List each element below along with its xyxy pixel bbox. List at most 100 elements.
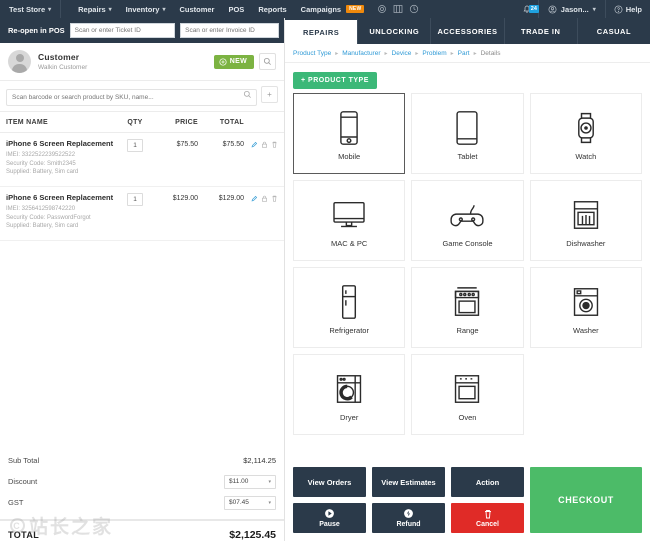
nav-right-group: 24 Jason... ▾ Help [516,0,650,18]
invoice-id-input[interactable] [180,23,279,38]
trash-icon[interactable] [271,195,278,202]
nav-item-pos[interactable]: POS [221,0,251,18]
chevron-down-icon: ▾ [162,6,166,13]
item-cell-actions [244,139,278,148]
items-table-header: ITEM NAME QTY PRICE TOTAL [0,112,284,133]
tab-trade-in[interactable]: TRADE IN [504,18,578,44]
product-card-dishwasher[interactable]: Dishwasher [529,180,642,261]
product-card-label: Game Console [442,238,493,248]
product-card-tablet[interactable]: Tablet [411,93,524,174]
item-cell-qty: 1 [118,193,152,207]
refund-button[interactable]: Refund [372,503,445,533]
ticket-id-input[interactable] [69,23,176,38]
product-card-dryer[interactable]: Dryer [293,354,406,435]
grid-icon[interactable] [393,4,403,14]
subtotal-row: Sub Total $2,114.25 [8,450,276,471]
pos-application: Test Store ▾ Repairs ▾ Inventory ▾ Custo… [0,0,650,541]
breadcrumb-item-part[interactable]: Part [458,50,470,57]
qty-input[interactable]: 1 [127,193,143,207]
column-actions [244,119,278,126]
checkout-button[interactable]: CHECKOUT [530,467,642,533]
nav-item-reports[interactable]: Reports [251,0,293,18]
product-card-game-console[interactable]: Game Console [411,180,524,261]
gamepad-icon [449,194,485,236]
tab-repairs[interactable]: REPAIRS [285,18,359,44]
nav-item-inventory[interactable]: Inventory ▾ [119,0,173,18]
product-search-wrapper [6,86,257,106]
nav-item-campaigns[interactable]: Campaigns NEW [294,0,372,18]
search-icon [263,57,271,65]
user-menu[interactable]: Jason... ▾ [537,0,606,18]
discount-label: Discount [8,477,38,486]
product-search-input[interactable] [6,89,257,106]
chevron-down-icon: ▾ [592,6,596,13]
avatar [8,50,31,73]
nav-label: Repairs [78,4,106,14]
tablet-icon [454,107,480,149]
gst-label: GST [8,498,24,507]
product-card-washer[interactable]: Washer [529,267,642,348]
lock-icon[interactable] [261,141,268,148]
customer-actions: NEW [213,53,276,70]
edit-icon[interactable] [251,141,258,148]
breadcrumb-item-product-type[interactable]: Product Type [293,50,331,57]
view-orders-button[interactable]: View Orders [293,467,366,497]
breadcrumb-item-problem[interactable]: Problem [422,50,446,57]
pause-button[interactable]: Pause [293,503,366,533]
tab-accessories[interactable]: ACCESSORIES [431,18,505,44]
breadcrumb-item-details[interactable]: Details [481,50,501,57]
category-tabs: REPAIRS UNLOCKING ACCESSORIES TRADE IN C… [285,18,650,44]
product-card-mobile[interactable]: Mobile [293,93,406,174]
refund-label: Refund [396,521,421,528]
add-product-button[interactable]: + [261,86,278,103]
nav-item-customer[interactable]: Customer [172,0,221,18]
gst-row: GST $07.45 ▾ [8,492,276,513]
table-row[interactable]: iPhone 6 Screen Replacement IMEI: 332252… [0,133,284,188]
item-security-code: Security Code: PasswordForgot [6,214,91,221]
gear-icon[interactable] [377,4,387,14]
cancel-button[interactable]: Cancel [451,503,524,533]
nav-label: POS [228,4,245,14]
table-row[interactable]: iPhone 6 Screen Replacement IMEI: 325641… [0,187,284,242]
mobile-icon [338,107,360,149]
breadcrumb-item-manufacturer[interactable]: Manufacturer [342,50,380,57]
user-icon [548,5,557,13]
power-icon[interactable] [409,4,419,14]
product-card-watch[interactable]: Watch [529,93,642,174]
new-customer-button[interactable]: NEW [213,54,254,69]
oven-icon [452,368,482,410]
discount-select[interactable]: $11.00 ▾ [224,474,276,489]
tab-casual[interactable]: CASUAL [577,18,650,44]
product-card-range[interactable]: Range [411,267,524,348]
product-card-refrigerator[interactable]: Refrigerator [293,267,406,348]
action-buttons-bar: View Orders View Estimates Action Pause [285,461,650,541]
product-card-label: Mobile [338,151,361,161]
breadcrumb-item-device[interactable]: Device [392,50,412,57]
customer-name: Walkin Customer [38,64,88,71]
add-product-type-button[interactable]: + PRODUCT TYPE [293,72,377,89]
edit-icon[interactable] [251,195,258,202]
store-name: Test Store [9,4,46,14]
reopen-label: Re-open in POS [8,26,65,35]
lock-icon[interactable] [261,195,268,202]
item-price: $75.50 [176,141,198,148]
nav-icon-group [377,4,419,14]
search-icon[interactable] [243,90,252,99]
trash-icon[interactable] [271,141,278,148]
action-button[interactable]: Action [451,467,524,497]
qty-input[interactable]: 1 [127,139,143,152]
store-selector[interactable]: Test Store ▾ [0,0,62,18]
notifications-button[interactable]: 24 [516,4,539,14]
nav-label: Campaigns [300,4,342,14]
nav-item-repairs[interactable]: Repairs ▾ [71,0,119,18]
gst-select[interactable]: $07.45 ▾ [224,495,276,510]
help-button[interactable]: Help [606,5,650,14]
pause-label: Pause [319,521,340,528]
product-card-label: Dryer [339,412,359,422]
tab-unlocking[interactable]: UNLOCKING [358,18,432,44]
product-card-mac-and-pc[interactable]: MAC & PC [293,180,406,261]
search-customer-button[interactable] [259,53,276,70]
row-action-icons [244,139,278,148]
product-card-oven[interactable]: Oven [411,354,524,435]
view-estimates-button[interactable]: View Estimates [372,467,445,497]
